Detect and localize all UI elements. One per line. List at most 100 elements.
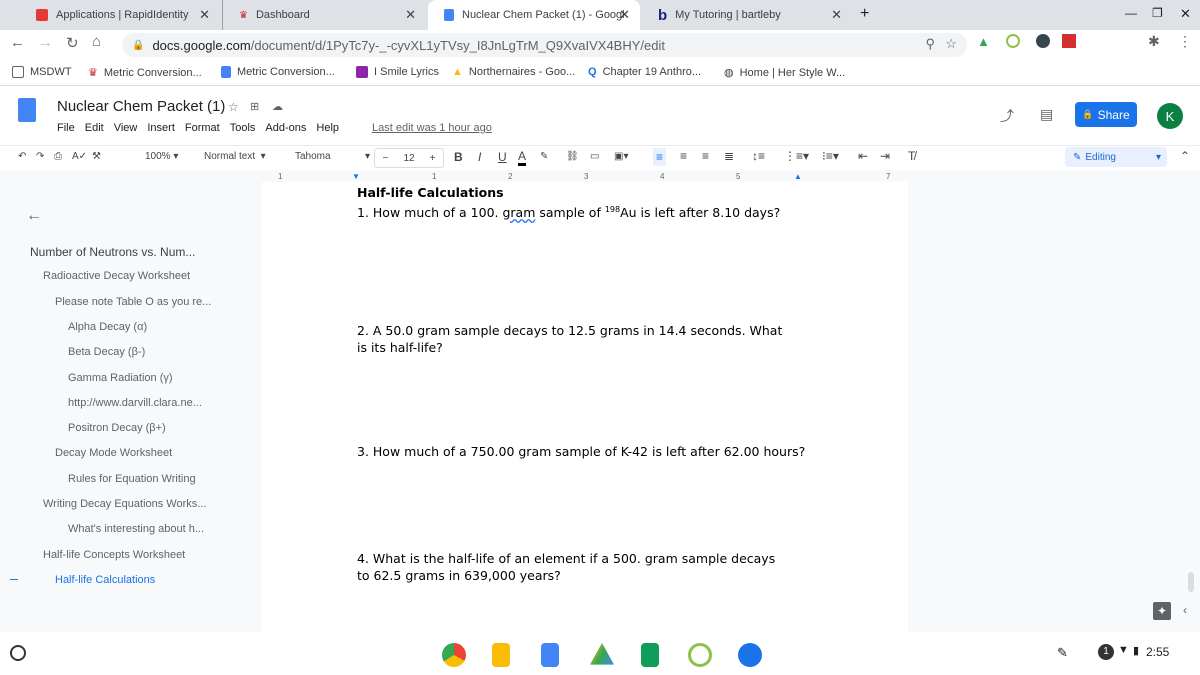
outline-item[interactable]: Rules for Equation Writing <box>68 473 196 485</box>
timer-extension-icon[interactable] <box>1006 34 1020 48</box>
redo-icon[interactable]: ↷ <box>36 151 44 162</box>
undo-icon[interactable]: ↶ <box>18 151 26 162</box>
google-drive-icon[interactable]: ▲ <box>977 34 990 49</box>
extension-icon[interactable] <box>1062 34 1076 48</box>
outline-item[interactable]: Radioactive Decay Worksheet <box>43 270 190 282</box>
paint-format-icon[interactable]: ⚒ <box>92 151 101 162</box>
activity-trend-icon[interactable]: ⤴ <box>1000 106 1014 126</box>
explore-icon[interactable]: ✦ <box>1153 602 1171 620</box>
menu-edit[interactable]: Edit <box>85 122 104 134</box>
bookmark[interactable]: ◍ Home | Her Style W... <box>724 66 845 80</box>
side-panel-toggle-icon[interactable]: ‹ <box>1183 603 1187 617</box>
increase-size-icon[interactable]: + <box>430 153 436 164</box>
outline-item[interactable]: What's interesting about h... <box>68 523 204 535</box>
justify-icon[interactable]: ≣ <box>724 149 734 163</box>
docs-logo-icon[interactable] <box>18 98 36 122</box>
close-icon[interactable]: ✕ <box>619 7 630 23</box>
bookmark-star-icon[interactable]: ☆ <box>945 36 957 52</box>
outline-item[interactable]: Gamma Radiation (γ) <box>68 372 173 384</box>
menu-view[interactable]: View <box>114 122 138 134</box>
decrease-indent-icon[interactable]: ⇤ <box>858 149 868 163</box>
align-right-icon[interactable]: ≡ <box>702 149 709 163</box>
bookmark[interactable]: Metric Conversion... <box>221 66 335 78</box>
menu-insert[interactable]: Insert <box>147 122 175 134</box>
share-button[interactable]: 🔒 Share <box>1075 102 1137 127</box>
back-button[interactable]: ← <box>10 34 25 51</box>
close-icon[interactable]: ✕ <box>405 7 416 23</box>
forward-button[interactable]: → <box>38 34 53 51</box>
last-edit-link[interactable]: Last edit was 1 hour ago <box>372 122 492 134</box>
outline-item[interactable]: Please note Table O as you re... <box>55 296 211 308</box>
menu-file[interactable]: File <box>57 122 75 134</box>
restore-button[interactable]: ❐ <box>1152 6 1163 20</box>
wifi-icon[interactable]: ▼ <box>1118 644 1129 656</box>
image-icon[interactable]: ▣▾ <box>614 151 628 162</box>
outline-item[interactable]: Beta Decay (β-) <box>68 346 145 358</box>
outline-item[interactable]: Number of Neutrons vs. Num... <box>30 245 195 259</box>
bookmark[interactable]: Q Chapter 19 Anthro... <box>588 66 701 78</box>
lp-extension-icon[interactable] <box>1036 34 1050 48</box>
decrease-size-icon[interactable]: − <box>383 153 389 164</box>
reload-button[interactable]: ↻ <box>66 34 79 52</box>
tab-nuclear-chem[interactable]: Nuclear Chem Packet (1) - Googl ✕ <box>428 0 640 30</box>
outline-item[interactable]: Half-life Concepts Worksheet <box>43 549 185 561</box>
bookmark[interactable]: I Smile Lyrics <box>356 66 439 78</box>
battery-icon[interactable]: ▮ <box>1133 644 1139 657</box>
bulleted-list-icon[interactable]: ⁝≡▾ <box>822 149 839 163</box>
indent-marker-icon[interactable]: ▼ <box>352 172 360 181</box>
timer-app-icon[interactable] <box>688 643 712 667</box>
menu-addons[interactable]: Add-ons <box>265 122 306 134</box>
tab-bartleby[interactable]: b My Tutoring | bartleby ✕ <box>642 0 852 30</box>
bookmark[interactable]: MSDWT <box>12 66 72 78</box>
spellcheck-icon[interactable]: A✓ <box>72 151 87 162</box>
avatar[interactable]: K <box>1157 103 1183 129</box>
clear-formatting-icon[interactable]: T̸ <box>908 149 915 163</box>
outline-item[interactable]: Writing Decay Equations Works... <box>43 498 206 510</box>
font-select[interactable]: Tahoma ▾ <box>295 151 370 162</box>
tab-rapididentity[interactable]: Applications | RapidIdentity ✕ <box>20 0 220 30</box>
outline-item[interactable]: Positron Decay (β+) <box>68 422 166 434</box>
zoom-select[interactable]: 100% ▾ <box>145 151 178 162</box>
close-outline-arrow-icon[interactable]: ← <box>26 207 42 225</box>
increase-indent-icon[interactable]: ⇥ <box>880 149 890 163</box>
close-window-button[interactable]: ✕ <box>1180 6 1191 22</box>
bookmark[interactable]: ▲ Northernaires - Goo... <box>452 66 575 78</box>
search-icon[interactable]: ⚲ <box>925 36 935 52</box>
print-icon[interactable]: ⎙ <box>54 151 62 162</box>
highlight-icon[interactable]: ✎ <box>540 151 548 162</box>
line-spacing-icon[interactable]: ↕≡ <box>752 149 765 163</box>
keep-app-icon[interactable] <box>492 643 510 667</box>
collapse-toolbar-icon[interactable]: ⌃ <box>1180 149 1190 163</box>
document-title[interactable]: Nuclear Chem Packet (1) <box>57 98 225 115</box>
menu-help[interactable]: Help <box>316 122 339 134</box>
underline-icon[interactable]: U <box>498 150 507 164</box>
link-icon[interactable]: ⛓ <box>566 151 579 162</box>
menu-format[interactable]: Format <box>185 122 220 134</box>
scrollbar[interactable] <box>1188 572 1194 592</box>
ruler[interactable]: 1 ▼ 1 2 3 4 5 ▲ 7 <box>262 172 908 182</box>
style-select[interactable]: Normal text ▾ <box>204 151 266 162</box>
files-app-icon[interactable] <box>738 643 762 667</box>
align-center-icon[interactable]: ≡ <box>680 149 687 163</box>
comment-add-icon[interactable]: ▭ <box>590 151 599 162</box>
menu-tools[interactable]: Tools <box>230 122 256 134</box>
close-icon[interactable]: ✕ <box>831 7 842 23</box>
font-size-value[interactable]: 12 <box>403 153 414 164</box>
comments-icon[interactable]: ▤ <box>1040 106 1053 123</box>
menu-kebab-icon[interactable]: ⋮ <box>1178 33 1192 50</box>
text-color-icon[interactable]: A <box>518 149 527 166</box>
move-folder-icon[interactable]: ⊞ <box>250 100 259 113</box>
spelling-suggestion[interactable]: gram <box>502 205 535 220</box>
url-field[interactable]: 🔒 docs.google.com/document/d/1PyTc7y-_-cy… <box>122 33 967 57</box>
extensions-puzzle-icon[interactable]: ✱ <box>1148 33 1160 50</box>
star-icon[interactable]: ☆ <box>228 100 239 114</box>
font-size-stepper[interactable]: − 12 + <box>374 148 444 168</box>
stylus-icon[interactable]: ✎ <box>1057 645 1068 661</box>
italic-icon[interactable]: I <box>478 150 481 164</box>
bold-icon[interactable]: B <box>454 150 463 164</box>
launcher-icon[interactable] <box>10 645 26 661</box>
minimize-button[interactable]: — <box>1125 6 1137 20</box>
close-icon[interactable]: ✕ <box>199 7 210 23</box>
outline-item[interactable]: Decay Mode Worksheet <box>55 447 172 459</box>
right-indent-marker-icon[interactable]: ▲ <box>794 172 802 181</box>
